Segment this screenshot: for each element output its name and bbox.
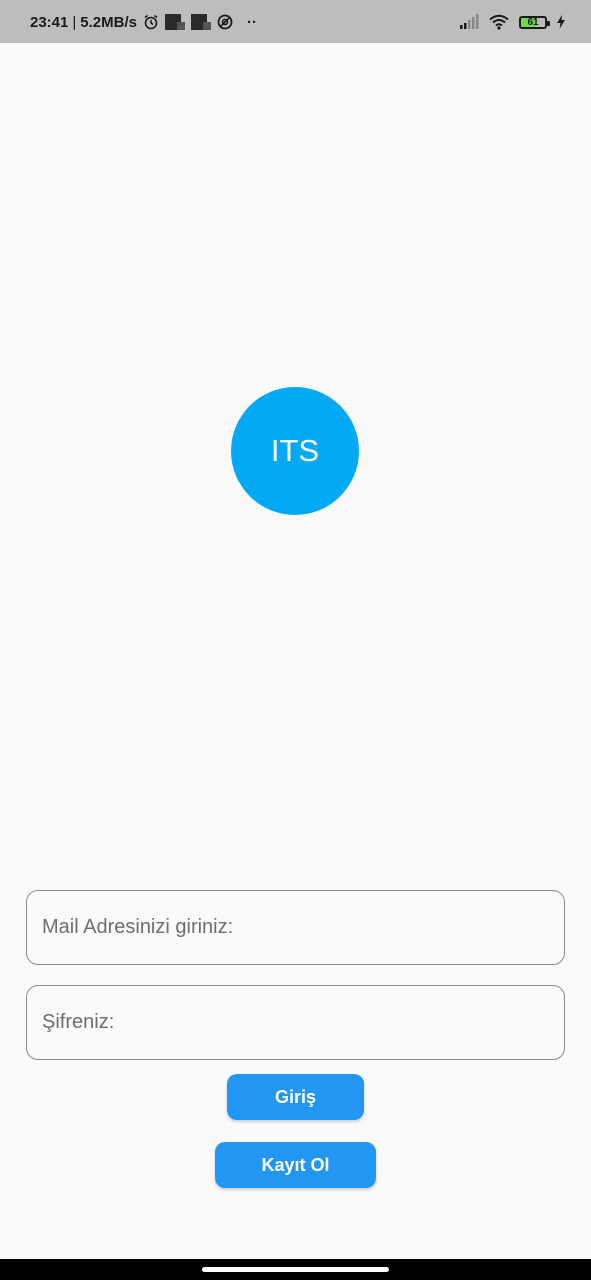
status-right: 61 — [459, 12, 565, 32]
more-notifications-indicator: ·· — [246, 13, 257, 31]
battery-icon: 61 — [519, 15, 550, 29]
alarm-icon — [144, 14, 158, 30]
signal-icon — [460, 14, 479, 29]
status-separator: | — [72, 13, 77, 31]
app-logo: ITS — [231, 387, 359, 515]
password-input[interactable] — [27, 986, 564, 1059]
app-logo-text: ITS — [270, 433, 320, 468]
notification-icon — [190, 14, 211, 30]
password-field[interactable] — [26, 985, 565, 1060]
email-field[interactable] — [26, 890, 565, 965]
battery-level: 61 — [527, 16, 539, 28]
notification-icon — [164, 14, 185, 30]
wifi-icon — [489, 14, 509, 30]
notification-icons: ·· — [143, 14, 257, 31]
register-button[interactable]: Kayıt Ol — [215, 1142, 376, 1188]
status-left: 23:41 | 5.2MB/s ·· — [30, 12, 257, 32]
home-indicator[interactable] — [202, 1267, 389, 1272]
network-speed: 5.2MB/s — [80, 13, 137, 31]
status-time: 23:41 — [30, 13, 69, 31]
status-bar: 23:41 | 5.2MB/s ·· 61 — [0, 0, 591, 43]
email-input[interactable] — [27, 891, 564, 964]
sync-icon — [217, 14, 233, 30]
charging-icon — [557, 15, 565, 29]
navigation-bar — [0, 1259, 591, 1280]
login-button[interactable]: Giriş — [227, 1074, 364, 1120]
